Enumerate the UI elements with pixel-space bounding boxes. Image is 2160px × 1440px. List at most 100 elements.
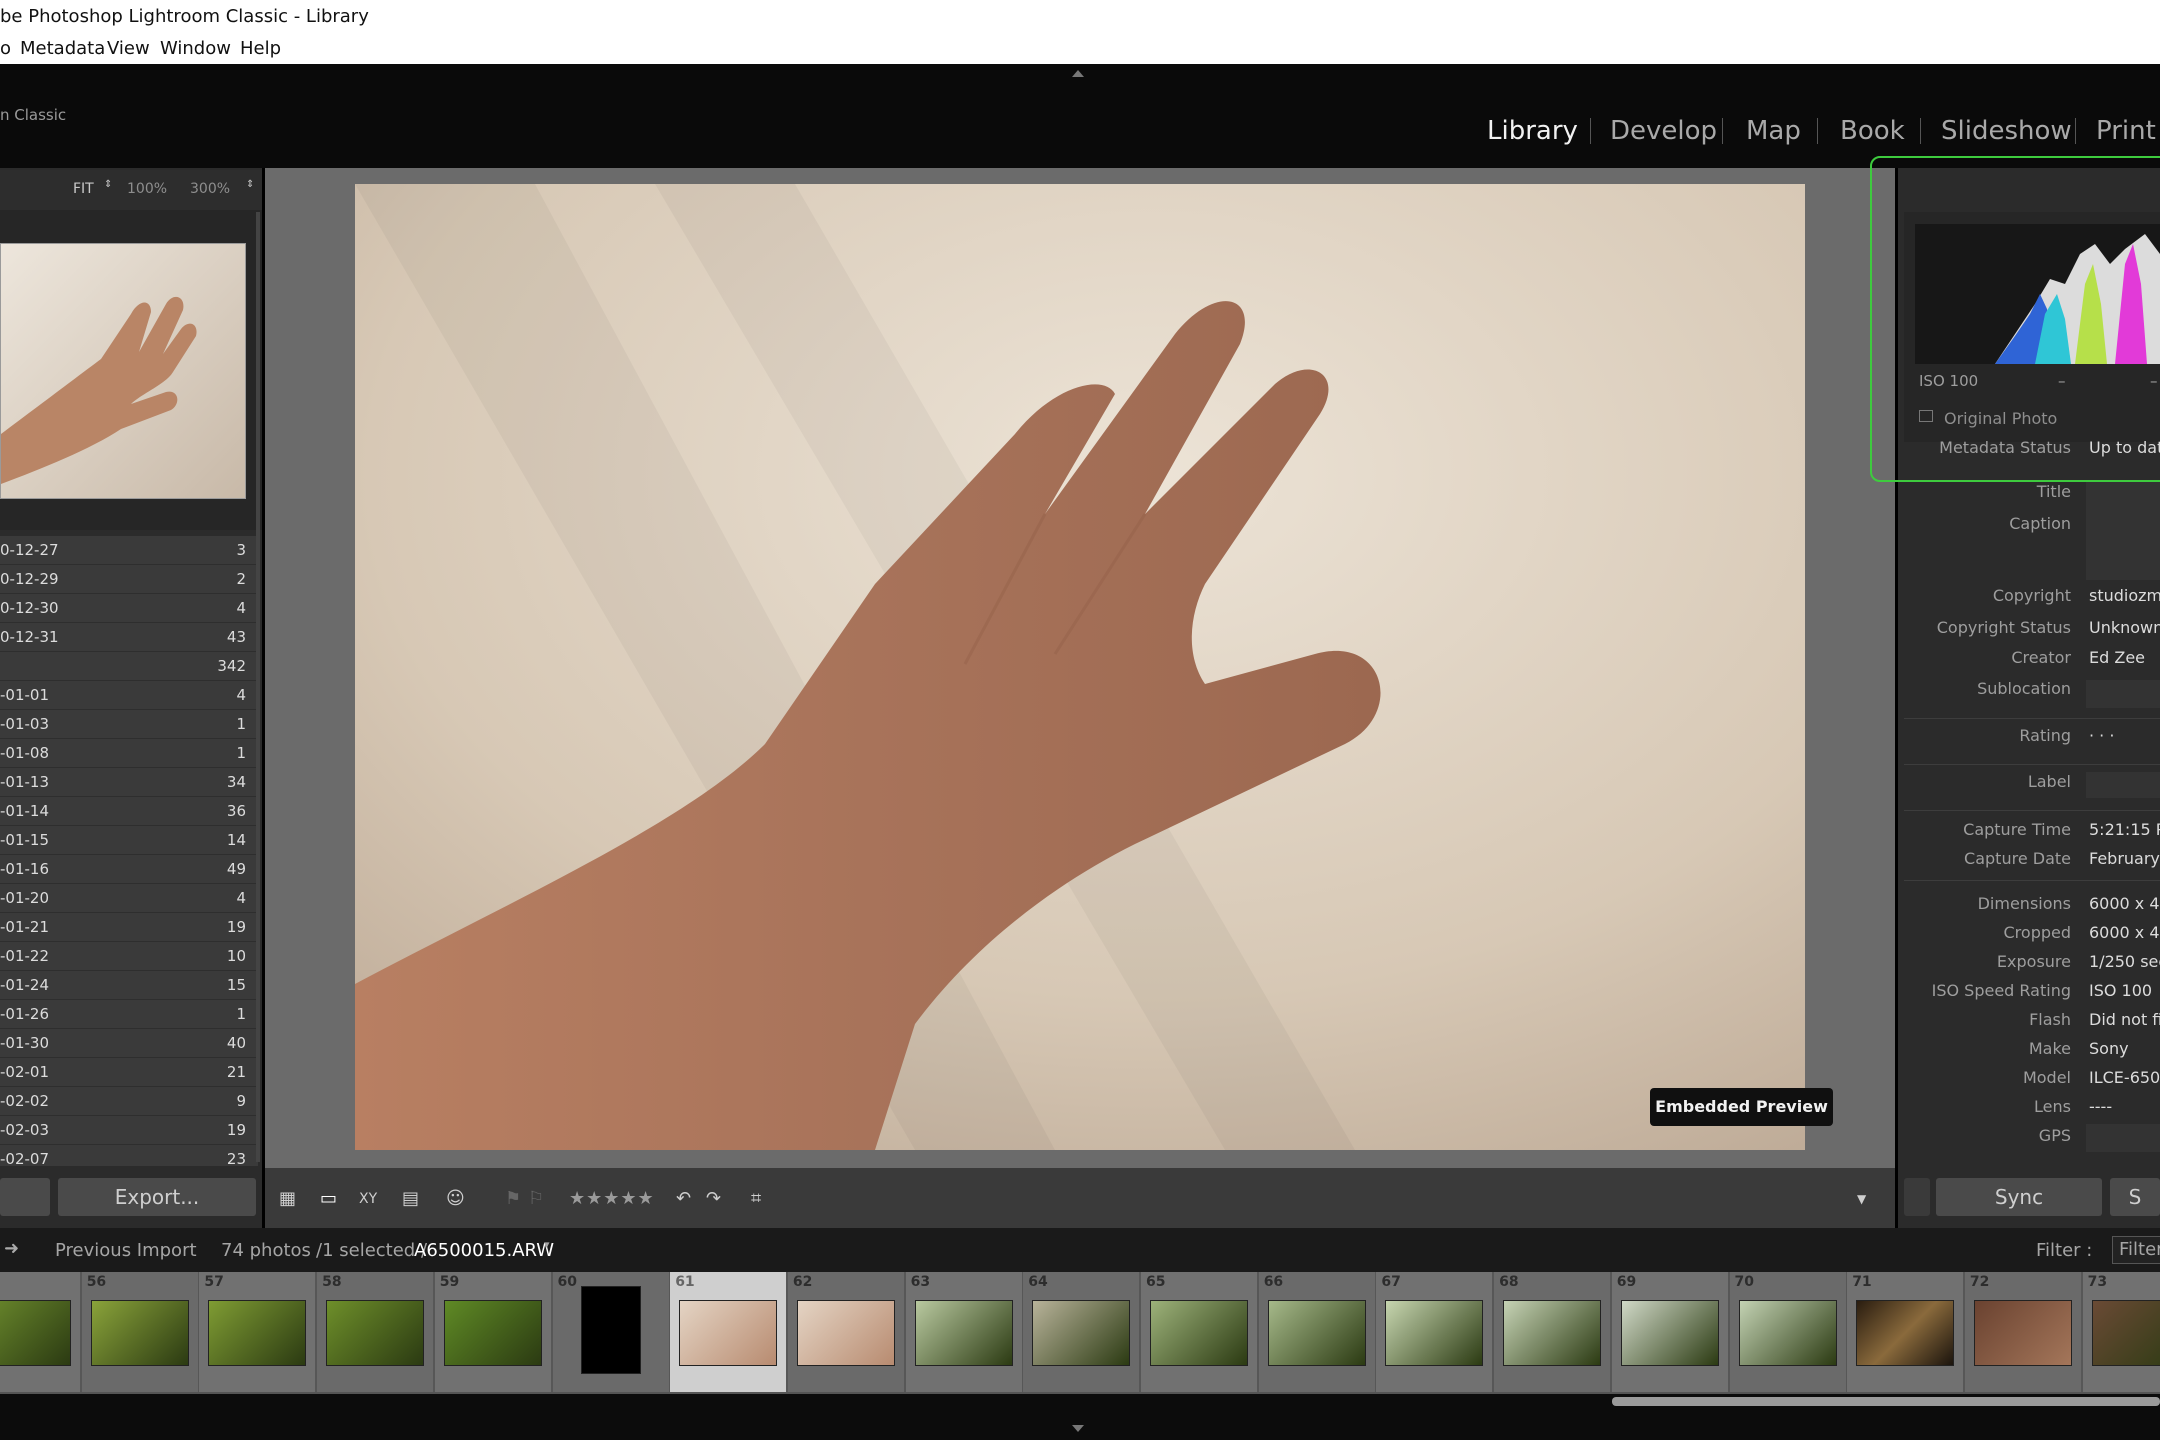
sublocation-field[interactable] — [2086, 680, 2160, 708]
forward-arrow-icon[interactable]: ➜ — [4, 1238, 19, 1259]
folder-row[interactable]: -01-15 14 — [0, 826, 258, 855]
filmstrip-cell[interactable]: 62 — [787, 1272, 906, 1392]
folder-row[interactable]: 342 — [0, 652, 258, 681]
folder-row[interactable]: 0-12-30 4 — [0, 594, 258, 623]
import-button[interactable] — [0, 1178, 50, 1216]
metadata-value[interactable]: 1/250 sec — [2089, 952, 2160, 971]
filmstrip-cell[interactable]: 60 — [552, 1272, 671, 1392]
folder-row[interactable]: -01-24 15 — [0, 971, 258, 1000]
zoom-100[interactable]: 100% — [127, 181, 167, 197]
folder-row[interactable]: -01-21 19 — [0, 913, 258, 942]
module-library[interactable]: Library — [1487, 116, 1578, 146]
collapse-bottom-arrow-icon[interactable] — [1072, 1425, 1084, 1432]
title-field[interactable] — [2086, 480, 2160, 510]
metadata-value[interactable]: Sony — [2089, 1039, 2129, 1058]
people-view-icon[interactable]: ☺ — [446, 1190, 465, 1208]
filmstrip-cell[interactable]: 57 — [199, 1272, 318, 1392]
filmstrip-cell[interactable]: 67 — [1376, 1272, 1495, 1392]
folder-row[interactable]: -02-07 23 — [0, 1145, 258, 1166]
filmstrip-cell[interactable]: 68 — [1494, 1272, 1613, 1392]
metadata-value[interactable]: 5:21:15 PM — [2089, 820, 2160, 839]
filmstrip-cell[interactable]: 64 — [1023, 1272, 1142, 1392]
folder-row[interactable]: 0-12-27 3 — [0, 536, 258, 565]
filmstrip-cell[interactable] — [0, 1272, 82, 1392]
folder-row[interactable]: -02-03 19 — [0, 1116, 258, 1145]
auto-sync-toggle[interactable] — [1904, 1178, 1930, 1216]
folder-row[interactable]: 0-12-29 2 — [0, 565, 258, 594]
menu-item-window[interactable]: Window — [160, 38, 231, 59]
label-field[interactable] — [2086, 772, 2160, 798]
filmstrip-cell[interactable]: 59 — [434, 1272, 553, 1392]
sync-settings-button[interactable]: S — [2110, 1178, 2160, 1216]
module-map[interactable]: Map — [1746, 116, 1801, 146]
flag-pick-icon[interactable]: ⚑ — [505, 1190, 521, 1208]
filmstrip-cell[interactable]: 70 — [1729, 1272, 1848, 1392]
folder-row[interactable]: 0-12-31 43 — [0, 623, 258, 652]
crop-overlay-icon[interactable]: ⌗ — [751, 1190, 761, 1208]
module-print[interactable]: Print — [2096, 116, 2156, 146]
toolbar-menu-chevron-icon[interactable]: ▼ — [1857, 1190, 1866, 1208]
filmstrip-cell[interactable]: 73 — [2082, 1272, 2160, 1392]
folder-row[interactable]: -01-30 40 — [0, 1029, 258, 1058]
rotate-right-icon[interactable]: ↷ — [706, 1190, 721, 1208]
module-develop[interactable]: Develop — [1610, 116, 1717, 146]
compare-view-icon[interactable]: XY — [359, 1190, 377, 1208]
zoom-300[interactable]: 300% — [190, 181, 230, 197]
folder-row[interactable]: -01-20 4 — [0, 884, 258, 913]
filmstrip-scrollbar[interactable] — [1612, 1397, 2160, 1406]
filmstrip-cell[interactable]: 63 — [905, 1272, 1024, 1392]
metadata-value[interactable]: Ed Zee — [2089, 648, 2145, 667]
folder-row[interactable]: -01-13 34 — [0, 768, 258, 797]
filmstrip-cell[interactable]: 58 — [317, 1272, 436, 1392]
flag-reject-icon[interactable]: ⚐ — [528, 1190, 544, 1208]
filmstrip-cell[interactable]: 65 — [1141, 1272, 1259, 1392]
metadata-value[interactable]: 6000 x 40 — [2089, 923, 2160, 942]
folder-row[interactable]: -01-14 36 — [0, 797, 258, 826]
folder-row[interactable]: -01-26 1 — [0, 1000, 258, 1029]
source-label[interactable]: Previous Import — [55, 1240, 197, 1261]
folder-row[interactable]: -01-22 10 — [0, 942, 258, 971]
left-panel-scrollbar[interactable] — [256, 212, 260, 1162]
caption-field[interactable] — [2086, 510, 2160, 580]
sync-button[interactable]: Sync — [1936, 1178, 2102, 1216]
menu-item-view[interactable]: View — [107, 38, 150, 59]
filmstrip-cell[interactable]: 71 — [1847, 1272, 1966, 1392]
metadata-value[interactable]: ILCE-6500 — [2089, 1068, 2160, 1087]
export-button[interactable]: Export... — [58, 1178, 256, 1216]
rotate-left-icon[interactable]: ↶ — [676, 1190, 691, 1208]
metadata-value[interactable]: · · · — [2089, 726, 2114, 745]
rating-stars[interactable]: ★★★★★ — [569, 1190, 655, 1208]
main-photo[interactable] — [355, 184, 1805, 1150]
folder-row[interactable]: -01-03 1 — [0, 710, 258, 739]
metadata-value[interactable]: ---- — [2089, 1097, 2112, 1116]
zoom-more-chevron-icon[interactable]: ⇕ — [246, 179, 254, 190]
current-filename[interactable]: A6500015.ARW — [414, 1240, 554, 1261]
module-book[interactable]: Book — [1840, 116, 1905, 146]
filmstrip-cell[interactable]: 66 — [1258, 1272, 1377, 1392]
folder-row[interactable]: -01-08 1 — [0, 739, 258, 768]
metadata-value[interactable]: Did not fir — [2089, 1010, 2160, 1029]
metadata-value[interactable]: ISO 100 — [2089, 981, 2152, 1000]
folder-row[interactable]: -02-02 9 — [0, 1087, 258, 1116]
filmstrip-cell[interactable]: 69 — [1611, 1272, 1730, 1392]
filmstrip-cell[interactable]: 72 — [1964, 1272, 2083, 1392]
survey-view-icon[interactable]: ▤ — [402, 1190, 419, 1208]
menu-item-metadata[interactable]: Metadata — [20, 38, 105, 59]
navigator-thumbnail[interactable] — [0, 243, 246, 499]
zoom-fit[interactable]: FIT — [73, 181, 94, 197]
metadata-value[interactable]: Unknown — [2089, 618, 2160, 637]
menu-item-help[interactable]: Help — [240, 38, 281, 59]
filmstrip-cell[interactable]: 56 — [81, 1272, 200, 1392]
folder-row[interactable]: -02-01 21 — [0, 1058, 258, 1087]
folder-row[interactable]: -01-01 4 — [0, 681, 258, 710]
filmstrip-cell[interactable]: 61 — [670, 1272, 789, 1392]
collapse-top-arrow-icon[interactable] — [1072, 70, 1084, 77]
zoom-fit-chevron-icon[interactable]: ⇕ — [104, 179, 112, 190]
grid-view-icon[interactable]: ▦ — [279, 1190, 296, 1208]
gps-field[interactable] — [2086, 1124, 2160, 1152]
loupe-view-icon[interactable]: ▭ — [320, 1190, 337, 1208]
metadata-value[interactable]: February — [2089, 849, 2160, 868]
filename-chevron-icon[interactable]: ▾ — [544, 1238, 550, 1251]
module-slideshow[interactable]: Slideshow — [1941, 116, 2072, 146]
menu-item-file[interactable]: o — [0, 38, 11, 59]
